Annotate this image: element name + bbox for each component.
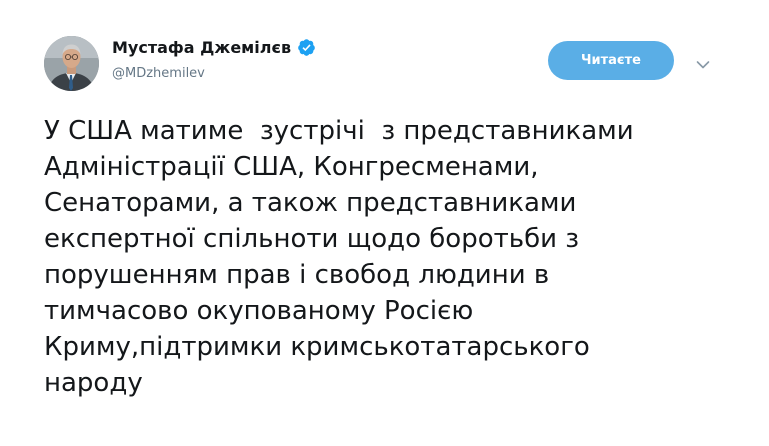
author-handle[interactable]: @MDzhemilev xyxy=(112,66,205,81)
tweet-card: Мустафа Джемілєв @MDzhemilev Читаєте У С… xyxy=(0,0,769,446)
following-button[interactable]: Читаєте xyxy=(548,41,674,80)
tweet-text: У США матиме зустрічі з представниками А… xyxy=(44,116,634,398)
author-name[interactable]: Мустафа Джемілєв xyxy=(112,38,291,57)
avatar-photo xyxy=(44,36,99,91)
verified-badge-icon xyxy=(297,38,316,57)
author-name-row: Мустафа Джемілєв xyxy=(112,38,316,57)
avatar[interactable] xyxy=(44,36,99,91)
chevron-down-icon[interactable] xyxy=(696,55,710,69)
